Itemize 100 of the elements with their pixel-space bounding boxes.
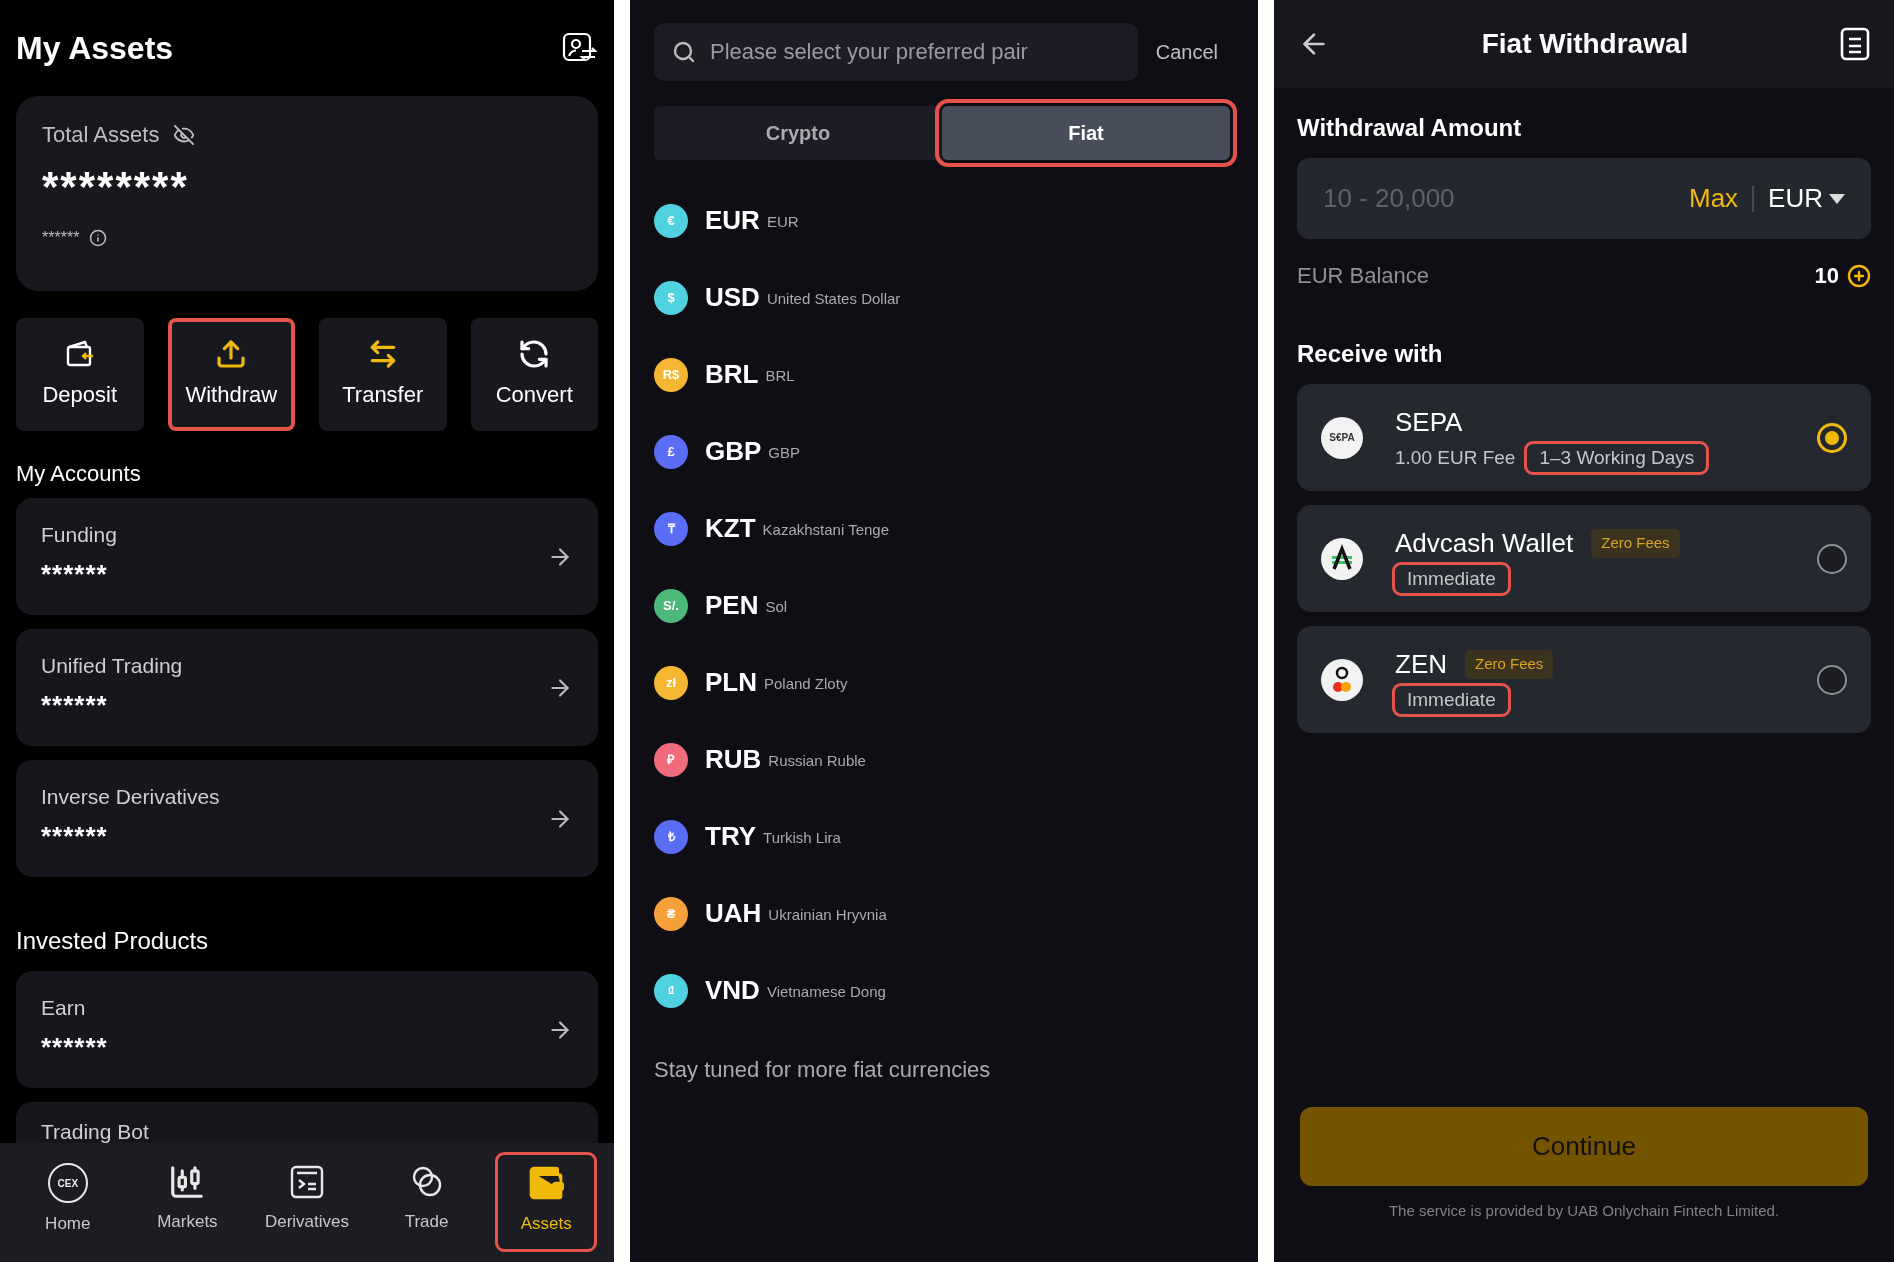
account-card[interactable]: Earn ****** bbox=[16, 971, 598, 1088]
currency-name: Russian Ruble bbox=[768, 751, 866, 772]
method-name: Advcash Wallet bbox=[1395, 526, 1574, 560]
account-name: Unified Trading bbox=[41, 653, 183, 680]
currency-code: BRL bbox=[705, 358, 759, 391]
currency-row[interactable]: € EUR EUR bbox=[654, 182, 1234, 259]
method-speed: 1–3 Working Days bbox=[1527, 443, 1707, 473]
method-name: ZEN bbox=[1395, 647, 1447, 681]
payment-method-card[interactable]: Advcash Wallet Zero Fees Immediate bbox=[1297, 505, 1871, 612]
add-icon[interactable] bbox=[1847, 263, 1871, 288]
info-icon[interactable] bbox=[89, 229, 108, 247]
currency-code: GBP bbox=[705, 435, 762, 468]
currency-icon: ₺ bbox=[654, 819, 688, 854]
currency-icon: € bbox=[654, 203, 688, 238]
action-button[interactable]: Withdraw bbox=[167, 318, 295, 431]
payment-method-card[interactable]: ZEN Zero Fees Immediate bbox=[1297, 626, 1871, 733]
currency-name: Poland Zloty bbox=[764, 674, 848, 695]
home-coin-icon: CEX bbox=[47, 1163, 88, 1203]
radio-button[interactable] bbox=[1817, 664, 1847, 695]
account-name: Funding bbox=[41, 522, 117, 549]
method-fee: 1.00 EUR Fee bbox=[1395, 445, 1516, 470]
account-card[interactable]: Trading Bot bbox=[16, 1102, 598, 1143]
section-heading: Invested Products bbox=[16, 926, 210, 956]
terminal-icon bbox=[288, 1163, 326, 1201]
total-assets-value: ******** bbox=[42, 162, 190, 212]
currency-icon: £ bbox=[654, 434, 688, 469]
account-card[interactable]: Inverse Derivatives ****** bbox=[16, 760, 598, 877]
user-swap-icon[interactable] bbox=[562, 32, 598, 64]
currency-code: RUB bbox=[705, 743, 762, 776]
radio-button[interactable] bbox=[1817, 422, 1847, 453]
search-field[interactable]: Please select your preferred pair bbox=[654, 23, 1138, 81]
currency-name: Vietnamese Dong bbox=[766, 982, 886, 1003]
currency-icon: S/. bbox=[654, 588, 688, 623]
currency-name: Kazakhstani Tenge bbox=[762, 520, 890, 541]
account-balance: ****** bbox=[41, 819, 109, 853]
nav-tab[interactable]: Derivatives bbox=[259, 1155, 355, 1249]
currency-row[interactable]: zł PLN Poland Zloty bbox=[654, 644, 1234, 721]
method-speed: Immediate bbox=[1395, 564, 1508, 594]
currency-row[interactable]: ₴ UAH Ukrainian Hryvnia bbox=[654, 875, 1234, 952]
account-name: Trading Bot bbox=[41, 1120, 149, 1143]
method-speed: Immediate bbox=[1395, 685, 1508, 715]
zero-fees-tag: Zero Fees bbox=[1465, 650, 1554, 679]
action-button[interactable]: Deposit bbox=[16, 318, 144, 431]
total-assets-subvalue: ****** bbox=[42, 228, 80, 248]
nav-tab[interactable]: Trade bbox=[378, 1155, 475, 1249]
currency-code: EUR bbox=[705, 204, 760, 237]
currency-row[interactable]: ₫ VND Vietnamese Dong bbox=[654, 952, 1234, 1029]
nav-tab[interactable]: Markets bbox=[139, 1155, 236, 1249]
section-heading: Receive with bbox=[1297, 339, 1444, 369]
nav-tab[interactable]: CEX Home bbox=[19, 1155, 116, 1249]
currency-icon: R$ bbox=[654, 357, 688, 392]
caret-down-icon bbox=[1829, 193, 1845, 204]
search-icon bbox=[672, 40, 696, 64]
nav-tab[interactable]: Assets bbox=[498, 1155, 595, 1249]
account-balance: ****** bbox=[41, 557, 109, 591]
currency-icon: ₴ bbox=[654, 896, 688, 931]
currency-icon: zł bbox=[654, 665, 688, 700]
currency-name: Turkish Lira bbox=[763, 828, 841, 849]
currency-name: BRL bbox=[765, 366, 795, 387]
currency-icon: $ bbox=[654, 280, 688, 315]
page-title: My Assets bbox=[16, 29, 174, 68]
segment-tab[interactable]: Crypto bbox=[654, 106, 942, 160]
currency-name: EUR bbox=[766, 212, 799, 233]
currency-row[interactable]: ₸ KZT Kazakhstani Tenge bbox=[654, 490, 1234, 567]
currency-code: VND bbox=[705, 974, 760, 1007]
upload-icon bbox=[215, 338, 248, 370]
zero-fees-tag: Zero Fees bbox=[1591, 529, 1680, 558]
currency-name: United States Dollar bbox=[766, 289, 901, 310]
currency-row[interactable]: ₺ TRY Turkish Lira bbox=[654, 798, 1234, 875]
currency-row[interactable]: £ GBP GBP bbox=[654, 413, 1234, 490]
currency-code: PLN bbox=[705, 666, 757, 699]
currency-dropdown[interactable]: EUR bbox=[1768, 179, 1845, 218]
currency-icon: ₫ bbox=[654, 973, 688, 1008]
balance-value: 10 bbox=[1814, 262, 1839, 290]
payment-method-card[interactable]: S€PA SEPA 1.00 EUR Fee 1–3 Working Days bbox=[1297, 384, 1871, 491]
currency-name: Ukrainian Hryvnia bbox=[768, 905, 887, 926]
currency-name: GBP bbox=[768, 443, 801, 464]
account-balance: ****** bbox=[41, 1030, 108, 1064]
document-icon[interactable] bbox=[1840, 27, 1870, 61]
currency-row[interactable]: ₽ RUB Russian Ruble bbox=[654, 721, 1234, 798]
radio-button[interactable] bbox=[1817, 543, 1847, 574]
account-name: Earn bbox=[41, 995, 87, 1022]
screen-title: Fiat Withdrawal bbox=[1481, 27, 1689, 61]
wallet-logo bbox=[1321, 537, 1363, 580]
section-heading: My Accounts bbox=[16, 460, 142, 488]
account-card[interactable]: Unified Trading ****** bbox=[16, 629, 598, 746]
max-button[interactable]: Max bbox=[1688, 179, 1739, 218]
currency-code: USD bbox=[705, 281, 760, 314]
currency-icon: ₸ bbox=[654, 511, 688, 546]
currency-code: TRY bbox=[705, 820, 757, 853]
currency-row[interactable]: S/. PEN Sol bbox=[654, 567, 1234, 644]
account-card[interactable]: Funding ****** bbox=[16, 498, 598, 615]
action-button[interactable]: Transfer bbox=[319, 318, 447, 431]
currency-icon: ₽ bbox=[654, 742, 688, 777]
cancel-button[interactable]: Cancel bbox=[1155, 37, 1234, 67]
action-button[interactable]: Convert bbox=[470, 318, 598, 431]
currency-row[interactable]: $ USD United States Dollar bbox=[654, 259, 1234, 336]
eye-off-icon[interactable] bbox=[173, 123, 196, 146]
currency-code: KZT bbox=[705, 512, 756, 545]
currency-row[interactable]: R$ BRL BRL bbox=[654, 336, 1234, 413]
